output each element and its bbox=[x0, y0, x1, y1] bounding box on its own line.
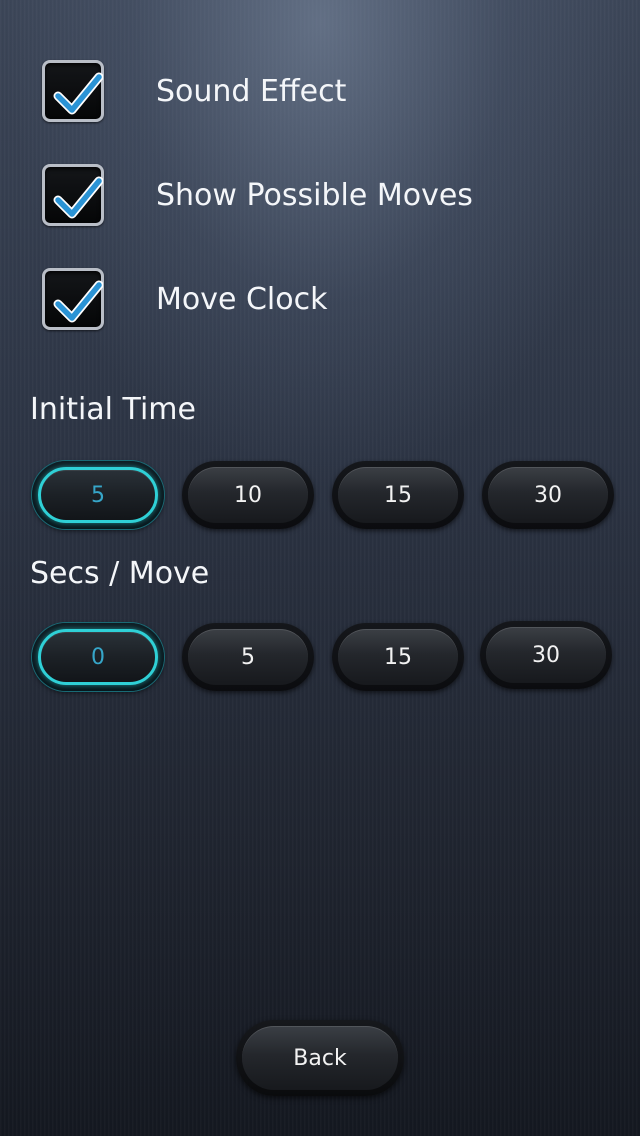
secs-per-move-selector: 0 5 15 30 bbox=[32, 621, 612, 693]
initial-time-option[interactable]: 15 bbox=[332, 461, 464, 529]
initial-time-option-label: 10 bbox=[188, 467, 308, 523]
secs-per-move-option[interactable]: 0 bbox=[32, 623, 164, 691]
move-clock-option[interactable]: Move Clock bbox=[42, 266, 328, 332]
secs-per-move-option-label: 0 bbox=[38, 629, 158, 685]
sound-effect-option[interactable]: Sound Effect bbox=[42, 58, 346, 124]
initial-time-title: Initial Time bbox=[30, 392, 196, 427]
secs-per-move-option[interactable]: 30 bbox=[480, 621, 612, 689]
checkmark-icon bbox=[53, 176, 103, 219]
initial-time-option-label: 15 bbox=[338, 467, 458, 523]
secs-per-move-option-label: 30 bbox=[486, 627, 606, 683]
back-button[interactable]: Back bbox=[236, 1020, 404, 1096]
initial-time-option-label: 30 bbox=[488, 467, 608, 523]
initial-time-selector: 5 10 15 30 bbox=[32, 461, 614, 531]
checkmark-icon bbox=[53, 72, 103, 115]
show-possible-moves-label: Show Possible Moves bbox=[156, 177, 473, 213]
show-possible-moves-option[interactable]: Show Possible Moves bbox=[42, 162, 473, 228]
secs-per-move-option[interactable]: 15 bbox=[332, 623, 464, 691]
initial-time-option[interactable]: 5 bbox=[32, 461, 164, 529]
secs-per-move-title: Secs / Move bbox=[30, 556, 210, 591]
initial-time-option[interactable]: 30 bbox=[482, 461, 614, 529]
sound-effect-label: Sound Effect bbox=[156, 73, 347, 109]
sound-effect-checkbox[interactable] bbox=[42, 60, 104, 122]
move-clock-checkbox[interactable] bbox=[42, 268, 104, 330]
secs-per-move-option-label: 15 bbox=[338, 629, 458, 685]
secs-per-move-option[interactable]: 5 bbox=[182, 623, 314, 691]
initial-time-option[interactable]: 10 bbox=[182, 461, 314, 529]
move-clock-label: Move Clock bbox=[156, 281, 328, 317]
back-button-label: Back bbox=[242, 1026, 398, 1090]
show-possible-moves-checkbox[interactable] bbox=[42, 164, 104, 226]
secs-per-move-option-label: 5 bbox=[188, 629, 308, 685]
initial-time-option-label: 5 bbox=[38, 467, 158, 523]
checkmark-icon bbox=[53, 280, 103, 323]
